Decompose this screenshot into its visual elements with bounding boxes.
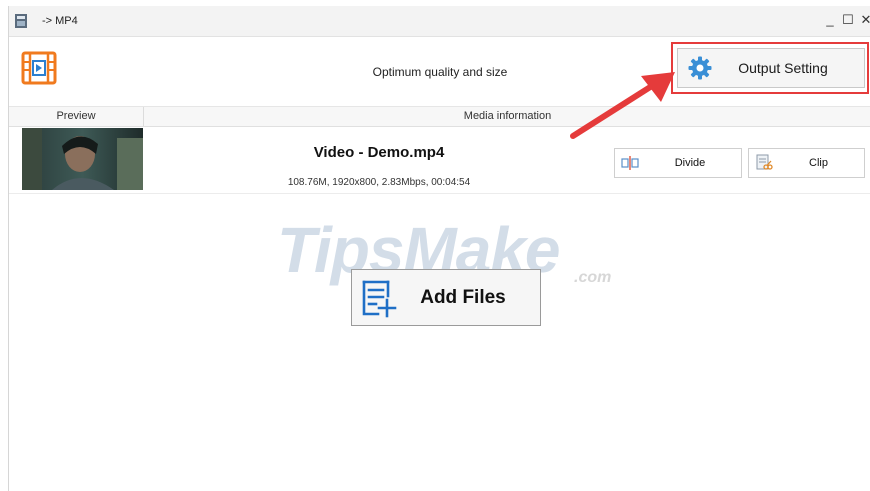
window-title: -> MP4 [42, 15, 78, 27]
close-button[interactable]: ✕ [857, 11, 870, 29]
clip-icon [756, 154, 773, 170]
app-window: -> MP4 _ ☐ ✕ Optimum quality and size Ou… [8, 6, 870, 491]
file-list-item[interactable]: Video - Demo.mp4 108.76M, 1920x800, 2.83… [9, 127, 870, 194]
output-setting-button[interactable]: Output Setting [677, 48, 865, 88]
video-thumbnail [22, 128, 143, 190]
watermark-domain: .com [574, 269, 612, 286]
file-metadata: 108.76M, 1920x800, 2.83Mbps, 00:04:54 [287, 177, 471, 188]
minimize-button[interactable]: _ [821, 11, 839, 29]
column-header-media-information[interactable]: Media information [144, 107, 870, 126]
list-column-headers: Preview Media information [9, 106, 870, 127]
column-header-preview[interactable]: Preview [9, 107, 144, 126]
video-format-icon[interactable] [21, 50, 57, 86]
add-files-button[interactable]: Add Files [351, 269, 541, 326]
title-bar: -> MP4 _ ☐ ✕ [9, 6, 870, 37]
file-name: Video - Demo.mp4 [313, 144, 445, 161]
divide-icon [621, 156, 639, 170]
app-icon [15, 14, 27, 28]
output-setting-label: Output Setting [738, 60, 828, 76]
add-files-icon [362, 280, 397, 317]
top-toolbar: Optimum quality and size Output Setting [9, 37, 870, 105]
maximize-button[interactable]: ☐ [839, 11, 857, 29]
clip-button[interactable]: Clip [748, 148, 865, 178]
divide-button[interactable]: Divide [614, 148, 742, 178]
divide-label: Divide [674, 157, 706, 169]
add-files-label: Add Files [420, 286, 506, 308]
clip-label: Clip [809, 157, 828, 169]
gear-icon [688, 56, 712, 80]
